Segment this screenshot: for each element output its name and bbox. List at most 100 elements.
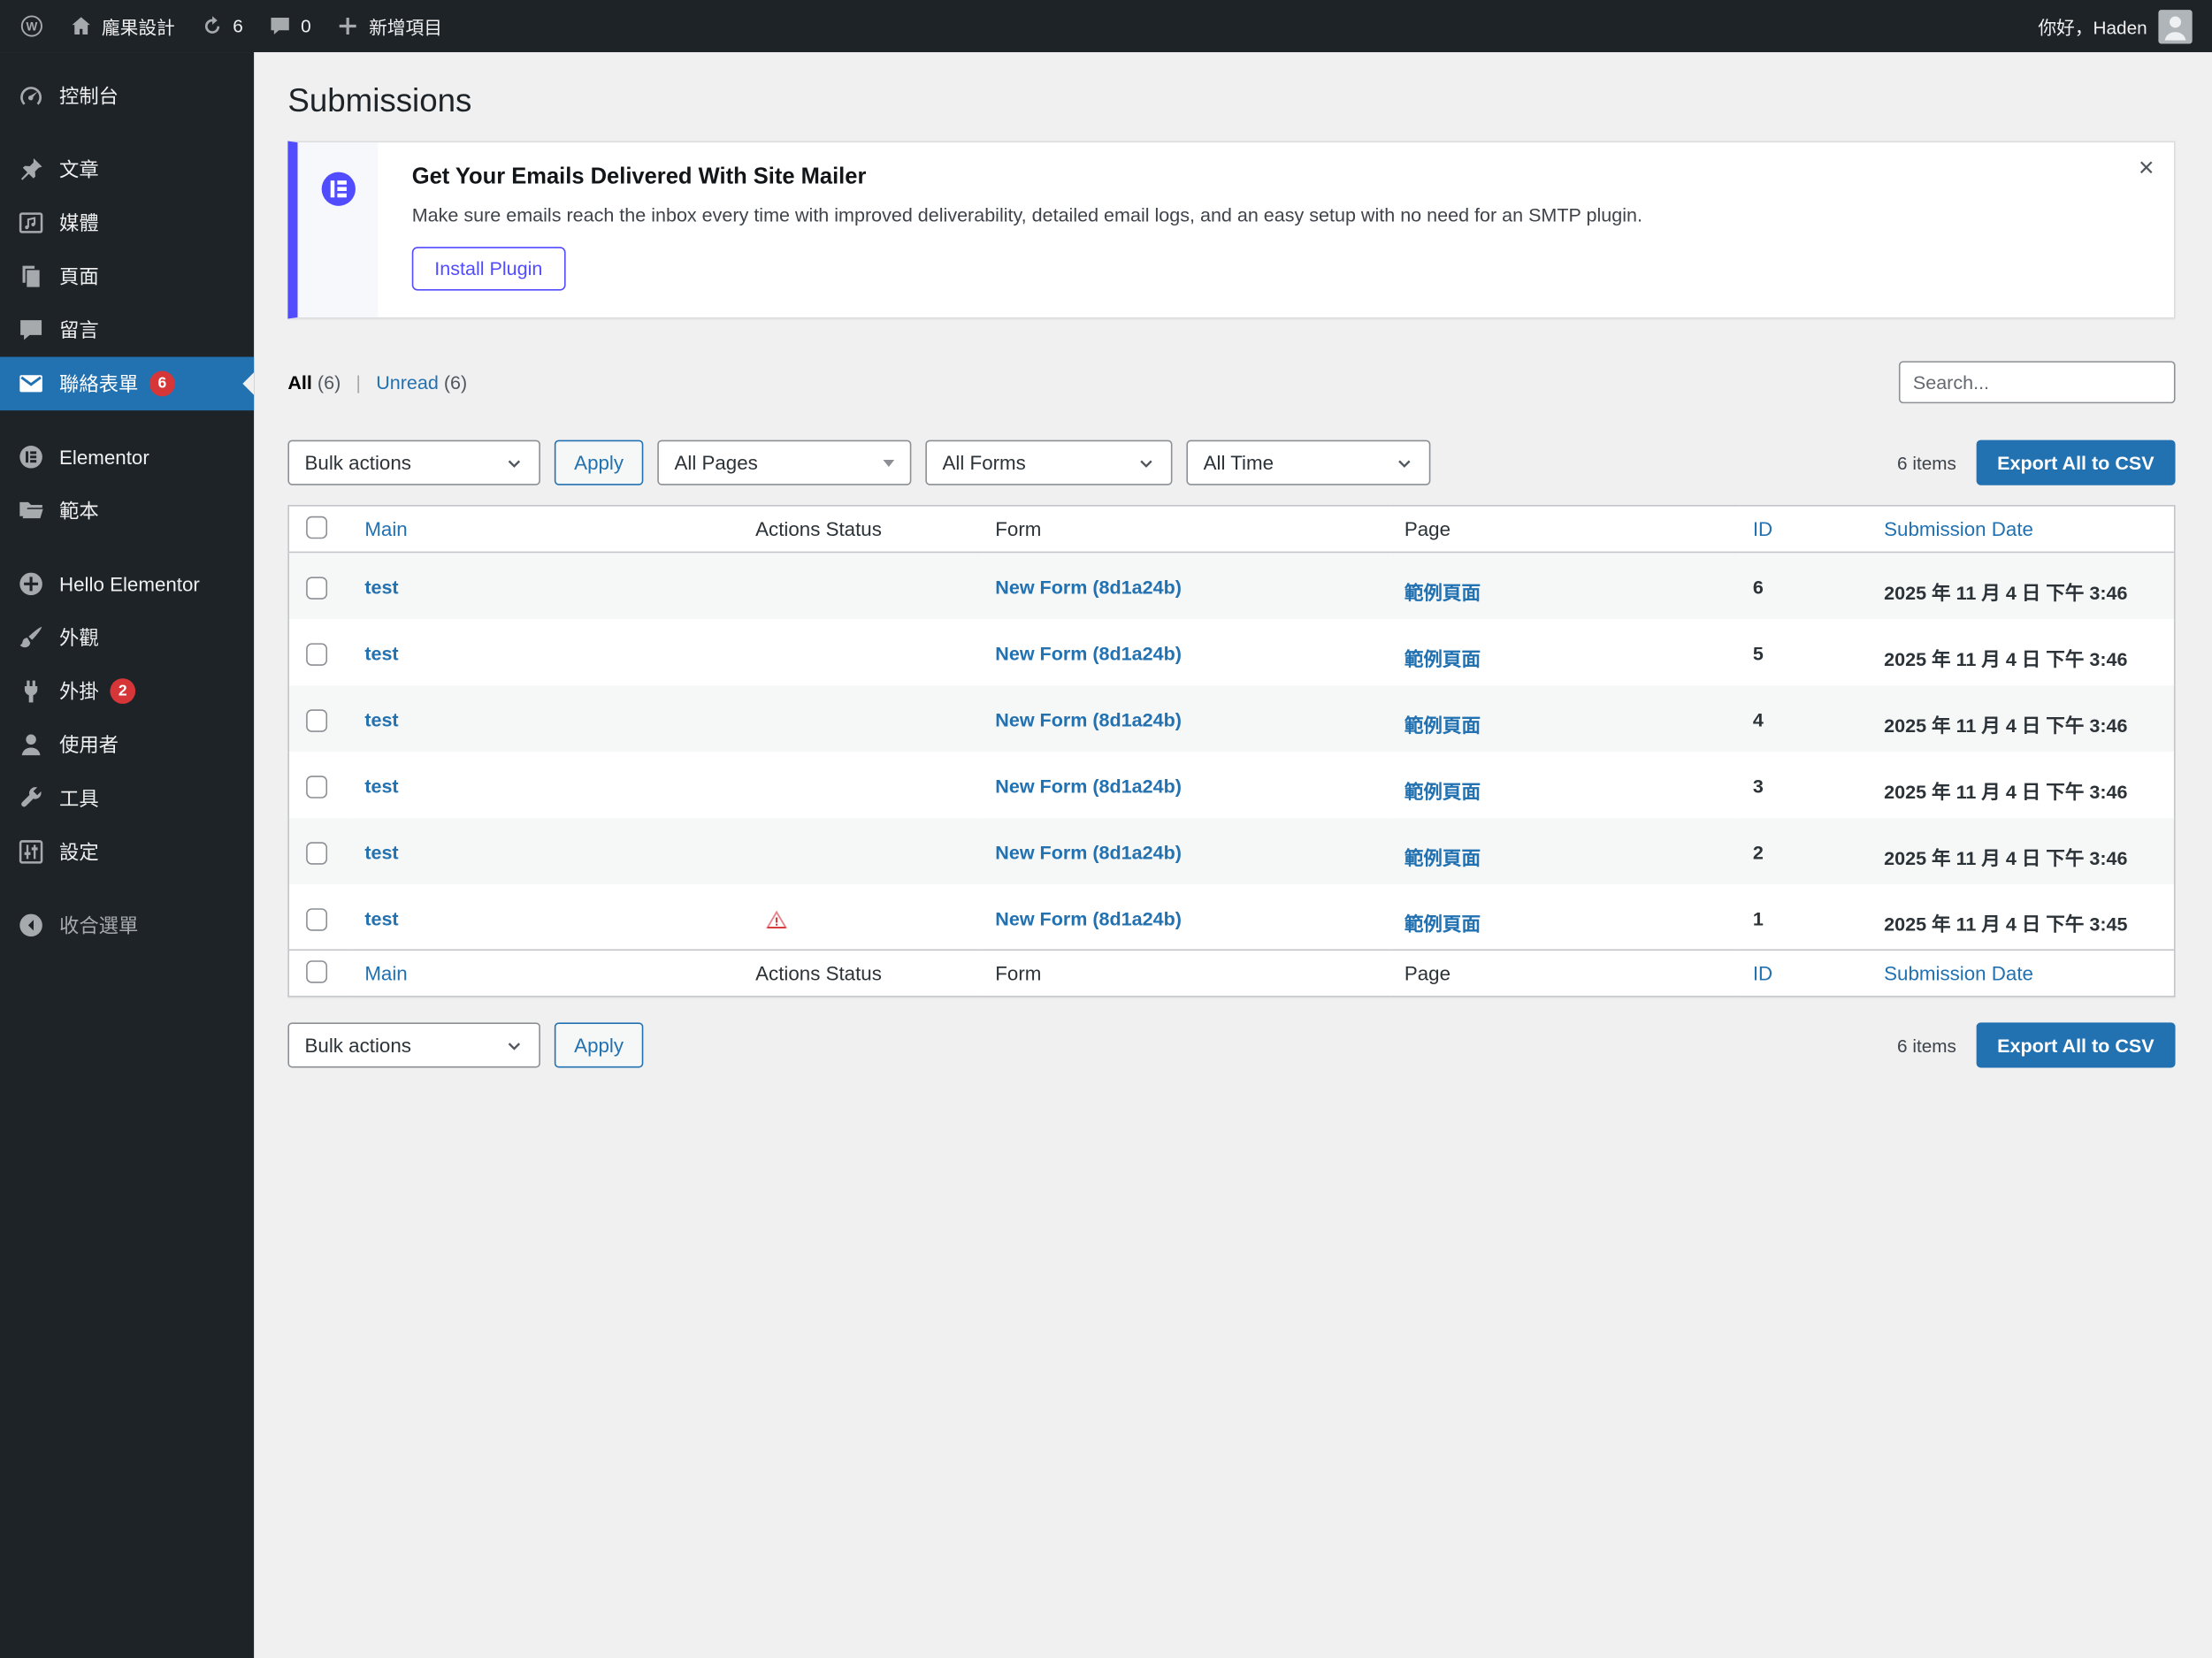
- submission-title-link[interactable]: test: [364, 841, 398, 862]
- user-greeting[interactable]: 你好，Haden: [2038, 12, 2147, 39]
- chevron-down-icon: [1137, 454, 1156, 472]
- plus-icon: [336, 14, 360, 38]
- submission-id: 3: [1753, 775, 1764, 796]
- sidebar-item-icon: [17, 730, 45, 759]
- form-link[interactable]: New Form (8d1a24b): [995, 643, 1182, 664]
- forms-filter-select[interactable]: All Forms: [925, 440, 1172, 485]
- sidebar-item[interactable]: 收合選單: [0, 898, 254, 952]
- column-submission-date[interactable]: Submission Date: [1870, 506, 2175, 553]
- sidebar-item-icon: [17, 263, 45, 291]
- sidebar-item[interactable]: 工具: [0, 771, 254, 825]
- sidebar-item[interactable]: 頁面: [0, 249, 254, 303]
- admin-sidebar: 控制台 文章 媒體 頁面 留言: [0, 52, 254, 1658]
- sidebar-item[interactable]: 媒體: [0, 196, 254, 250]
- new-item-link[interactable]: 新增項目: [336, 12, 442, 39]
- page-link[interactable]: 範例頁面: [1405, 847, 1481, 868]
- wordpress-menu[interactable]: W: [19, 14, 43, 38]
- submission-title-link[interactable]: test: [364, 643, 398, 664]
- bulk-actions-select[interactable]: Bulk actions: [287, 440, 540, 485]
- items-count: 6 items: [1897, 1035, 1956, 1056]
- close-icon[interactable]: ×: [2139, 155, 2155, 181]
- banner-icon-column: [298, 142, 379, 317]
- install-plugin-button[interactable]: Install Plugin: [412, 247, 565, 290]
- sidebar-item-icon: [17, 370, 45, 398]
- row-checkbox[interactable]: [306, 775, 327, 798]
- sidebar-item[interactable]: 外觀: [0, 611, 254, 665]
- avatar[interactable]: [2158, 9, 2192, 42]
- export-csv-button[interactable]: Export All to CSV: [1976, 1022, 2175, 1067]
- submission-title-link[interactable]: test: [364, 907, 398, 928]
- form-link[interactable]: New Form (8d1a24b): [995, 841, 1182, 862]
- row-checkbox[interactable]: [306, 577, 327, 600]
- page-link[interactable]: 範例頁面: [1405, 648, 1481, 669]
- bulk-actions-label: Bulk actions: [305, 1034, 411, 1057]
- sidebar-item-icon: [17, 569, 45, 598]
- sidebar-item-icon: [17, 623, 45, 652]
- time-filter-select[interactable]: All Time: [1186, 440, 1430, 485]
- select-all-checkbox[interactable]: [306, 516, 327, 539]
- view-separator: |: [356, 371, 361, 393]
- view-unread-link[interactable]: Unread: [376, 371, 439, 393]
- sidebar-item[interactable]: Elementor: [0, 430, 254, 484]
- sidebar-item[interactable]: 控制台: [0, 69, 254, 123]
- column-actions-status: Actions Status: [741, 950, 981, 997]
- column-form: Form: [981, 506, 1390, 553]
- pages-filter-select[interactable]: All Pages: [657, 440, 911, 485]
- form-link[interactable]: New Form (8d1a24b): [995, 907, 1182, 928]
- comments-link[interactable]: 0: [268, 14, 310, 38]
- sidebar-item-icon: [17, 677, 45, 706]
- chevron-down-icon: [1396, 454, 1414, 472]
- submission-title-link[interactable]: test: [364, 775, 398, 796]
- row-checkbox[interactable]: [306, 709, 327, 732]
- sidebar-item[interactable]: 使用者: [0, 718, 254, 772]
- page-link[interactable]: 範例頁面: [1405, 583, 1481, 604]
- site-name: 龐果設計: [102, 12, 175, 39]
- column-form: Form: [981, 950, 1390, 997]
- view-all-link[interactable]: All: [287, 371, 312, 393]
- sidebar-item-label: 設定: [59, 837, 99, 866]
- elementor-logo-icon: [317, 168, 359, 210]
- table-row: test New Form (8d1a24b) 範例頁面 4 2025 年 11…: [288, 684, 2175, 751]
- row-checkbox[interactable]: [306, 907, 327, 930]
- form-link[interactable]: New Form (8d1a24b): [995, 775, 1182, 796]
- sidebar-item[interactable]: 設定: [0, 825, 254, 879]
- site-name-link[interactable]: 龐果設計: [69, 12, 175, 39]
- apply-button[interactable]: Apply: [555, 1022, 644, 1067]
- updates-link[interactable]: 6: [201, 14, 243, 38]
- banner-body: Get Your Emails Delivered With Site Mail…: [378, 142, 2173, 317]
- row-checkbox[interactable]: [306, 841, 327, 864]
- column-main[interactable]: Main: [350, 950, 741, 997]
- sidebar-item[interactable]: 留言: [0, 303, 254, 357]
- page-link[interactable]: 範例頁面: [1405, 913, 1481, 935]
- export-csv-button[interactable]: Export All to CSV: [1976, 440, 2175, 485]
- sidebar-item-icon: [17, 911, 45, 939]
- form-link[interactable]: New Form (8d1a24b): [995, 577, 1182, 598]
- sidebar-item[interactable]: 範本: [0, 484, 254, 538]
- apply-button[interactable]: Apply: [555, 440, 644, 485]
- search-input[interactable]: [1899, 361, 2176, 403]
- sidebar-item[interactable]: 外掛 2: [0, 664, 254, 718]
- sidebar-item-label: 外觀: [59, 623, 99, 652]
- sidebar-item[interactable]: 聯絡表單 6: [0, 357, 254, 411]
- submission-title-link[interactable]: test: [364, 577, 398, 598]
- bulk-actions-label: Bulk actions: [305, 451, 411, 474]
- submission-title-link[interactable]: test: [364, 709, 398, 730]
- sidebar-item[interactable]: 文章: [0, 142, 254, 196]
- form-link[interactable]: New Form (8d1a24b): [995, 709, 1182, 730]
- page-link[interactable]: 範例頁面: [1405, 714, 1481, 736]
- column-submission-date[interactable]: Submission Date: [1870, 950, 2175, 997]
- table-footer-row: Main Actions Status Form Page ID Submiss…: [288, 950, 2175, 997]
- sidebar-item-icon: [17, 837, 45, 866]
- column-main[interactable]: Main: [350, 506, 741, 553]
- bulk-actions-select[interactable]: Bulk actions: [287, 1022, 540, 1067]
- new-item-label: 新增項目: [369, 12, 442, 39]
- sidebar-item-label: 留言: [59, 316, 99, 344]
- sidebar-item[interactable]: Hello Elementor: [0, 557, 254, 611]
- row-checkbox[interactable]: [306, 643, 327, 666]
- select-all-checkbox[interactable]: [306, 959, 327, 982]
- warning-icon: [764, 907, 788, 931]
- column-id[interactable]: ID: [1739, 506, 1870, 553]
- submission-date: 2025 年 11 月 4 日 下午 3:45: [1884, 913, 2127, 935]
- page-link[interactable]: 範例頁面: [1405, 781, 1481, 802]
- column-id[interactable]: ID: [1739, 950, 1870, 997]
